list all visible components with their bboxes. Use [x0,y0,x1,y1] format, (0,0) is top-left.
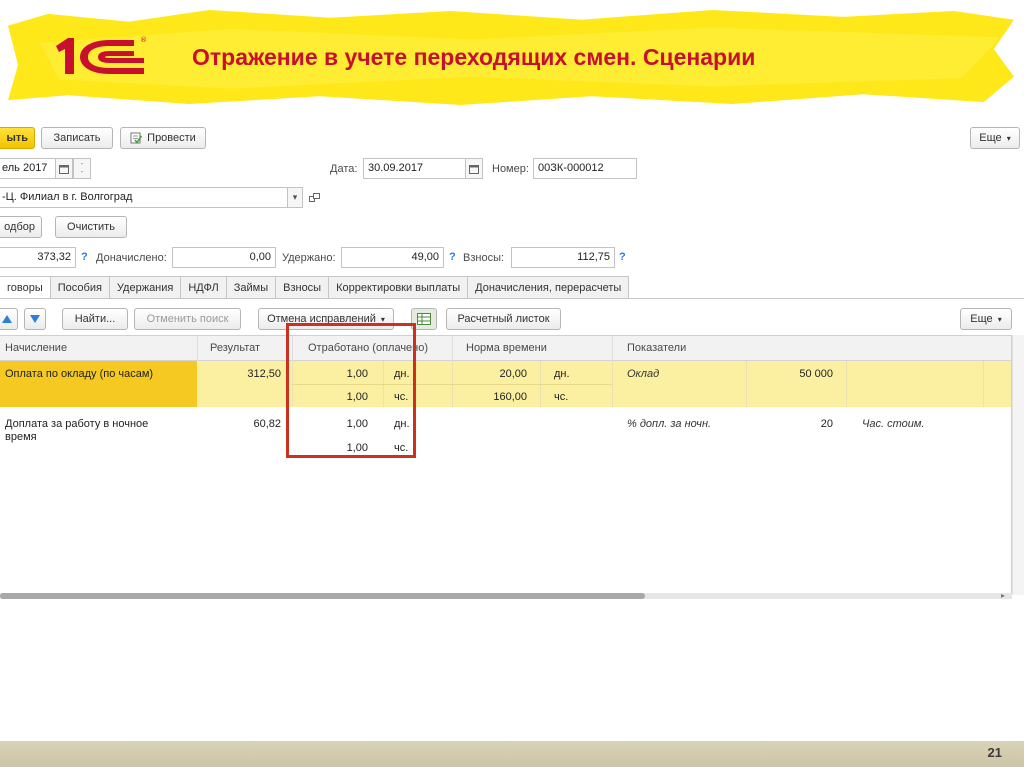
grid-more-label: Еще [970,313,993,325]
additional-label: Доначислено: [96,252,167,264]
column-header-result[interactable]: Результат [210,342,260,354]
slide-title: Отражение в учете переходящих смен. Сцен… [192,44,756,70]
post-and-close-button[interactable]: ыть [0,127,35,149]
find-button[interactable]: Найти... [62,308,128,330]
date-field[interactable]: 30.09.2017 [363,158,466,179]
horizontal-scrollbar[interactable] [0,593,1012,599]
column-divider [612,336,613,361]
stepper-down-icon[interactable]: - [81,169,83,177]
column-header-accrual[interactable]: Начисление [5,342,67,354]
scroll-right-icon[interactable]: ▸ [1001,591,1005,600]
tab-payment-corrections[interactable]: Корректировки выплаты [329,276,469,299]
worked-column-highlight [286,323,416,458]
column-header-indicators[interactable]: Показатели [627,342,686,354]
svg-text:®: ® [140,36,147,44]
withheld-help-icon[interactable]: ? [449,251,456,263]
withheld-field: 49,00 [341,247,444,268]
row2-indicator-extra: Час. стоим. [862,418,925,430]
save-button[interactable]: Записать [41,127,113,149]
tab-contributions[interactable]: Взносы [276,276,330,299]
cancel-search-button[interactable]: Отменить поиск [134,308,241,330]
cell-divider [746,361,747,407]
row1-result: 312,50 [247,368,281,380]
row2-accrual-line1: Доплата за работу в ночное [5,418,149,430]
post-button[interactable]: Провести [120,127,206,149]
chevron-down-icon: ▾ [1006,133,1011,143]
cell-divider [612,361,613,407]
additional-field: 0,00 [172,247,276,268]
vertical-scrollbar[interactable] [1012,335,1024,595]
scrollbar-thumb[interactable] [0,593,645,599]
pick-button[interactable]: одбор [0,216,42,238]
payslip-button[interactable]: Расчетный листок [446,308,561,330]
date-calendar-icon[interactable] [465,158,483,179]
open-link-icon[interactable] [305,187,323,208]
post-button-label: Провести [147,132,196,144]
row1-norm-hours: 160,00 [493,391,527,403]
calendar-icon[interactable] [55,158,73,179]
dropdown-icon[interactable]: ▾ [287,187,303,208]
move-up-button[interactable] [0,308,18,330]
table-grid-icon [417,313,431,325]
accrued-total-field: 373,32 [0,247,76,268]
cell-divider [846,361,847,407]
page-number: 21 [987,745,1002,760]
number-label: Номер: [492,163,529,175]
arrow-down-icon [30,315,40,323]
tab-ndfl[interactable]: НДФЛ [181,276,227,299]
accruals-table[interactable]: Начисление Результат Отработано (оплачен… [0,335,1012,595]
row1-norm-days: 20,00 [499,368,527,380]
organization-field[interactable]: -Ц. Филиал в г. Волгоград [0,187,288,208]
slide-footer: 21 [0,741,1024,767]
table-header: Начисление Результат Отработано (оплачен… [0,336,1011,361]
tab-loans[interactable]: Займы [226,276,277,299]
contrib-field: 112,75 [511,247,615,268]
month-stepper[interactable]: -- [73,158,91,179]
move-down-button[interactable] [24,308,46,330]
row1-indicator-value: 50 000 [799,368,833,380]
1c-logo: ® [56,36,147,74]
post-icon [130,132,143,144]
row1-accrual: Оплата по окладу (по часам) [5,368,154,380]
tab-bar: говоры Пособия Удержания НДФЛ Займы Взно… [0,276,630,299]
column-divider [452,336,453,361]
row1-norm-hours-unit: чс. [554,391,569,403]
date-label: Дата: [330,163,358,175]
row2-indicator-name: % допл. за ночн. [627,418,712,430]
row1-indicator-name: Оклад [627,368,660,380]
month-field[interactable]: ель 2017 [0,158,56,179]
tab-deductions[interactable]: Удержания [109,276,182,299]
tab-divider [0,298,1024,299]
row2-indicator-value: 20 [820,418,833,430]
number-field[interactable]: 00ЗК-000012 [533,158,637,179]
row1-norm-days-unit: дн. [554,368,570,380]
clear-button[interactable]: Очистить [55,216,127,238]
column-divider [197,336,198,361]
stepper-up-icon[interactable]: - [81,161,83,169]
accrued-help-icon[interactable]: ? [81,251,88,263]
tab-contracts[interactable]: говоры [0,276,51,299]
arrow-up-icon [2,315,12,323]
tab-benefits[interactable]: Пособия [50,276,110,299]
more-actions-label: Еще [979,132,1002,144]
chevron-down-icon: ▾ [997,314,1002,324]
contrib-label: Взносы: [463,252,505,264]
contrib-help-icon[interactable]: ? [619,251,626,263]
grid-more-button[interactable]: Еще ▾ [960,308,1012,330]
tab-recalculations[interactable]: Доначисления, перерасчеты [468,276,630,299]
cell-divider [983,361,984,407]
document-form: ыть Записать Провести Еще ▾ ель 2017 -- Д… [0,118,1024,618]
column-header-norm[interactable]: Норма времени [466,342,547,354]
withheld-label: Удержано: [282,252,336,264]
row2-result: 60,82 [253,418,281,430]
more-actions-button[interactable]: Еще ▾ [970,127,1020,149]
row2-accrual-line2: время [5,431,37,443]
